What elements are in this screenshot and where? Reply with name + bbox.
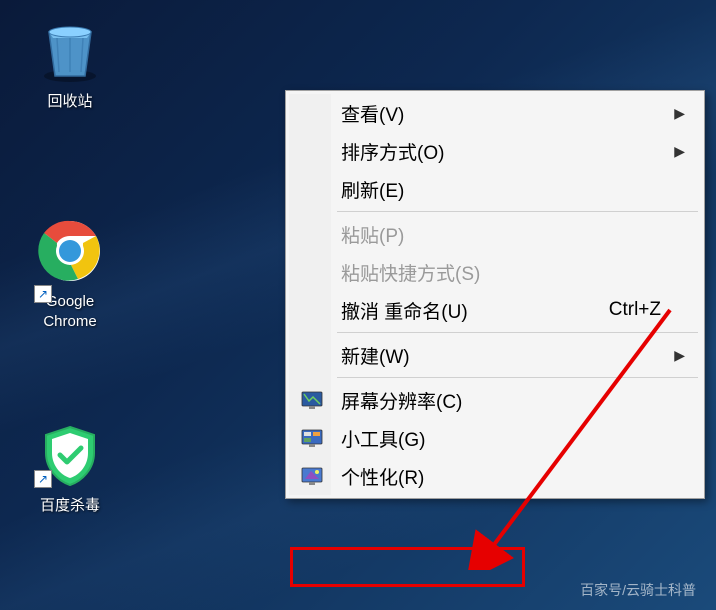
menu-item-new[interactable]: 新建(W) ▶ bbox=[289, 336, 701, 374]
menu-label: 个性化(R) bbox=[341, 463, 424, 490]
recycle-bin-label: 回收站 bbox=[20, 92, 120, 112]
menu-item-gadgets[interactable]: 小工具(G) bbox=[289, 419, 701, 457]
menu-item-paste: 粘贴(P) bbox=[289, 215, 701, 253]
submenu-arrow-icon: ▶ bbox=[674, 105, 685, 122]
desktop-context-menu: 查看(V) ▶ 排序方式(O) ▶ 刷新(E) 粘贴(P) 粘贴快捷方式(S) … bbox=[285, 90, 705, 499]
shortcut-badge-icon: ↗ bbox=[34, 285, 52, 303]
menu-item-view[interactable]: 查看(V) ▶ bbox=[289, 94, 701, 132]
submenu-arrow-icon: ▶ bbox=[674, 347, 685, 364]
menu-label: 排序方式(O) bbox=[341, 138, 444, 165]
menu-label: 粘贴(P) bbox=[341, 221, 404, 248]
screen-resolution-icon bbox=[299, 387, 325, 413]
annotation-highlight-box bbox=[290, 547, 525, 587]
personalize-icon bbox=[299, 463, 325, 489]
menu-label: 屏幕分辨率(C) bbox=[341, 387, 462, 414]
chrome-label-2: Chrome bbox=[20, 312, 120, 332]
shortcut-badge-icon: ↗ bbox=[34, 470, 52, 488]
menu-separator bbox=[337, 332, 698, 333]
chrome-icon[interactable]: ↗ Google Chrome bbox=[20, 216, 120, 331]
menu-label: 新建(W) bbox=[341, 342, 410, 369]
menu-item-paste-shortcut: 粘贴快捷方式(S) bbox=[289, 253, 701, 291]
menu-shortcut: Ctrl+Z bbox=[609, 299, 661, 321]
gadgets-icon bbox=[299, 425, 325, 451]
recycle-bin-icon[interactable]: 回收站 bbox=[20, 16, 120, 112]
baidu-antivirus-label: 百度杀毒 bbox=[20, 496, 120, 516]
chrome-image bbox=[35, 216, 105, 286]
menu-label: 撤消 重命名(U) bbox=[341, 297, 468, 324]
menu-label: 刷新(E) bbox=[341, 176, 404, 203]
menu-label: 粘贴快捷方式(S) bbox=[341, 259, 480, 286]
watermark-text: 百家号/云骑士科普 bbox=[580, 580, 696, 600]
menu-item-refresh[interactable]: 刷新(E) bbox=[289, 170, 701, 208]
menu-separator bbox=[337, 211, 698, 212]
menu-item-sort[interactable]: 排序方式(O) ▶ bbox=[289, 132, 701, 170]
menu-label: 小工具(G) bbox=[341, 425, 425, 452]
menu-item-screen-resolution[interactable]: 屏幕分辨率(C) bbox=[289, 381, 701, 419]
recycle-bin-image bbox=[35, 16, 105, 86]
menu-label: 查看(V) bbox=[341, 100, 404, 127]
submenu-arrow-icon: ▶ bbox=[674, 143, 685, 160]
menu-item-personalize[interactable]: 个性化(R) bbox=[289, 457, 701, 495]
menu-separator bbox=[337, 377, 698, 378]
baidu-antivirus-icon[interactable]: ↗ 百度杀毒 bbox=[20, 420, 120, 516]
menu-item-undo-rename[interactable]: 撤消 重命名(U) Ctrl+Z bbox=[289, 291, 701, 329]
